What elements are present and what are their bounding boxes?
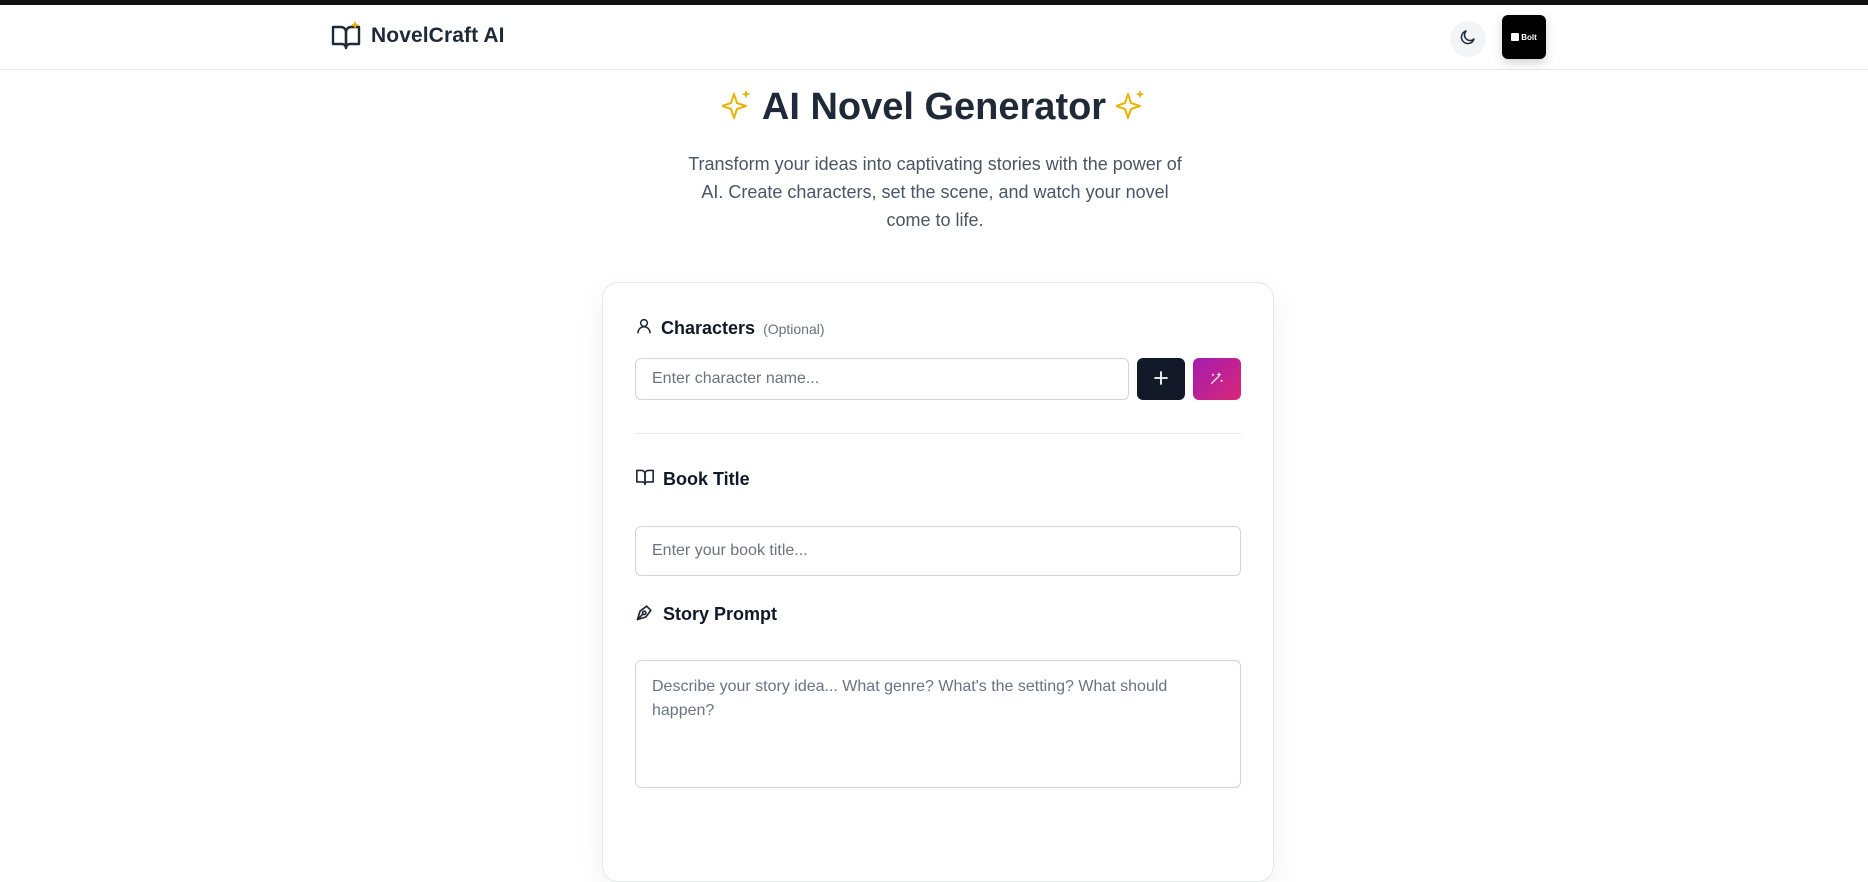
section-divider: [635, 433, 1241, 434]
character-name-input[interactable]: [635, 358, 1129, 400]
page-subtitle: Transform your ideas into captivating st…: [688, 154, 1182, 230]
book-title-label: Book Title: [635, 468, 750, 491]
wand-sparkles-icon: [1209, 370, 1225, 389]
book-title-input[interactable]: [635, 526, 1241, 576]
bolt-badge-label: Bolt: [1521, 32, 1537, 42]
user-icon: [635, 317, 653, 340]
plus-icon: [1154, 370, 1168, 388]
bolt-logo-icon: [1511, 33, 1520, 41]
story-prompt-textarea[interactable]: [635, 660, 1241, 788]
book-title-label-text: Book Title: [663, 469, 750, 489]
brand-name: NovelCraft AI: [371, 24, 505, 47]
moon-icon: [1459, 28, 1477, 51]
app-header: NovelCraft AI Bolt: [0, 5, 1868, 70]
hero-title-row: AI Novel Generator: [0, 82, 1868, 132]
characters-label-text: Characters: [661, 318, 756, 338]
book-open-icon: [635, 468, 655, 491]
story-prompt-label: Story Prompt: [635, 602, 777, 627]
bolt-badge[interactable]: Bolt: [1502, 15, 1546, 59]
brand[interactable]: NovelCraft AI: [330, 20, 505, 52]
add-character-button[interactable]: [1137, 358, 1185, 400]
characters-label: Characters (Optional): [635, 317, 825, 340]
story-prompt-label-text: Story Prompt: [663, 604, 778, 624]
pen-tool-icon: [635, 602, 655, 627]
theme-toggle-button[interactable]: [1450, 21, 1486, 57]
page-title: AI Novel Generator: [761, 86, 1107, 128]
sparkles-icon: [720, 88, 752, 127]
optional-tag: (Optional): [763, 320, 825, 337]
novel-form-card: Characters (Optional) Boo: [602, 282, 1274, 882]
book-sparkle-logo-icon: [330, 20, 362, 52]
generate-character-button[interactable]: [1193, 358, 1241, 400]
sparkles-icon: [1115, 88, 1146, 127]
